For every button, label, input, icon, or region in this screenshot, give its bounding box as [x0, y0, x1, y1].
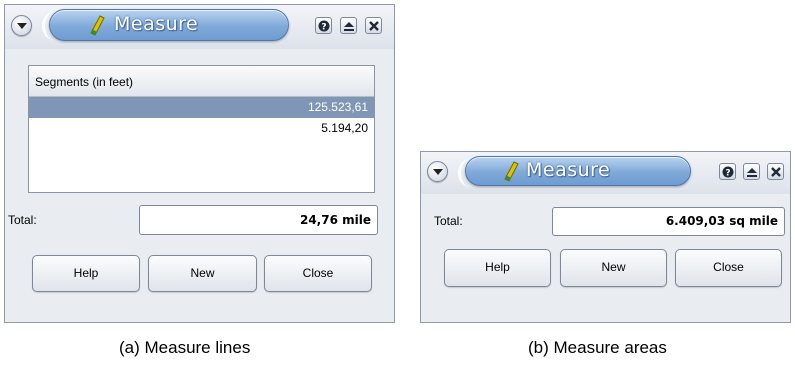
- help-button[interactable]: Help: [32, 255, 140, 292]
- help-icon[interactable]: ?: [719, 163, 736, 180]
- help-icon[interactable]: ?: [315, 17, 332, 34]
- window-menu-icon[interactable]: [427, 161, 448, 182]
- title-bar[interactable]: Measure ?: [421, 152, 790, 194]
- title-pill: Measure: [458, 156, 691, 187]
- close-button[interactable]: Close: [264, 255, 372, 292]
- table-row[interactable]: 5.194,20: [29, 118, 374, 139]
- shade-icon[interactable]: [340, 17, 357, 34]
- close-icon[interactable]: [365, 17, 382, 34]
- title-pill-cap: [42, 12, 66, 40]
- shade-icon[interactable]: [743, 163, 760, 180]
- window-title: Measure: [114, 13, 199, 35]
- close-button[interactable]: Close: [675, 249, 782, 287]
- close-icon[interactable]: [767, 163, 784, 180]
- measure-lines-window: Measure ? Segments (in feet) 125.523,61 …: [4, 4, 395, 323]
- segments-table: Segments (in feet) 125.523,61 5.194,20: [28, 65, 375, 193]
- total-label: Total:: [8, 213, 37, 227]
- segments-column-header[interactable]: Segments (in feet): [29, 66, 374, 97]
- caption-b: (b) Measure areas: [528, 338, 667, 357]
- help-button[interactable]: Help: [444, 249, 551, 287]
- measure-icon: [88, 15, 106, 41]
- measure-areas-window: Measure ? Total: 6.409,03 sq mile Help N…: [420, 151, 791, 323]
- total-label: Total:: [434, 214, 463, 228]
- new-button[interactable]: New: [148, 255, 257, 292]
- new-button[interactable]: New: [560, 249, 667, 287]
- total-value-field[interactable]: 24,76 mile: [139, 205, 378, 235]
- svg-text:?: ?: [725, 169, 730, 179]
- window-title: Measure: [526, 159, 611, 181]
- title-pill: Measure: [42, 9, 289, 41]
- table-row[interactable]: 125.523,61: [29, 97, 374, 118]
- window-menu-icon[interactable]: [11, 15, 32, 36]
- measure-icon: [502, 161, 520, 187]
- caption-a: (a) Measure lines: [119, 338, 251, 357]
- total-value-field[interactable]: 6.409,03 sq mile: [552, 207, 785, 236]
- title-pill-cap: [458, 159, 482, 187]
- title-bar[interactable]: Measure ?: [5, 5, 394, 49]
- svg-text:?: ?: [321, 23, 326, 33]
